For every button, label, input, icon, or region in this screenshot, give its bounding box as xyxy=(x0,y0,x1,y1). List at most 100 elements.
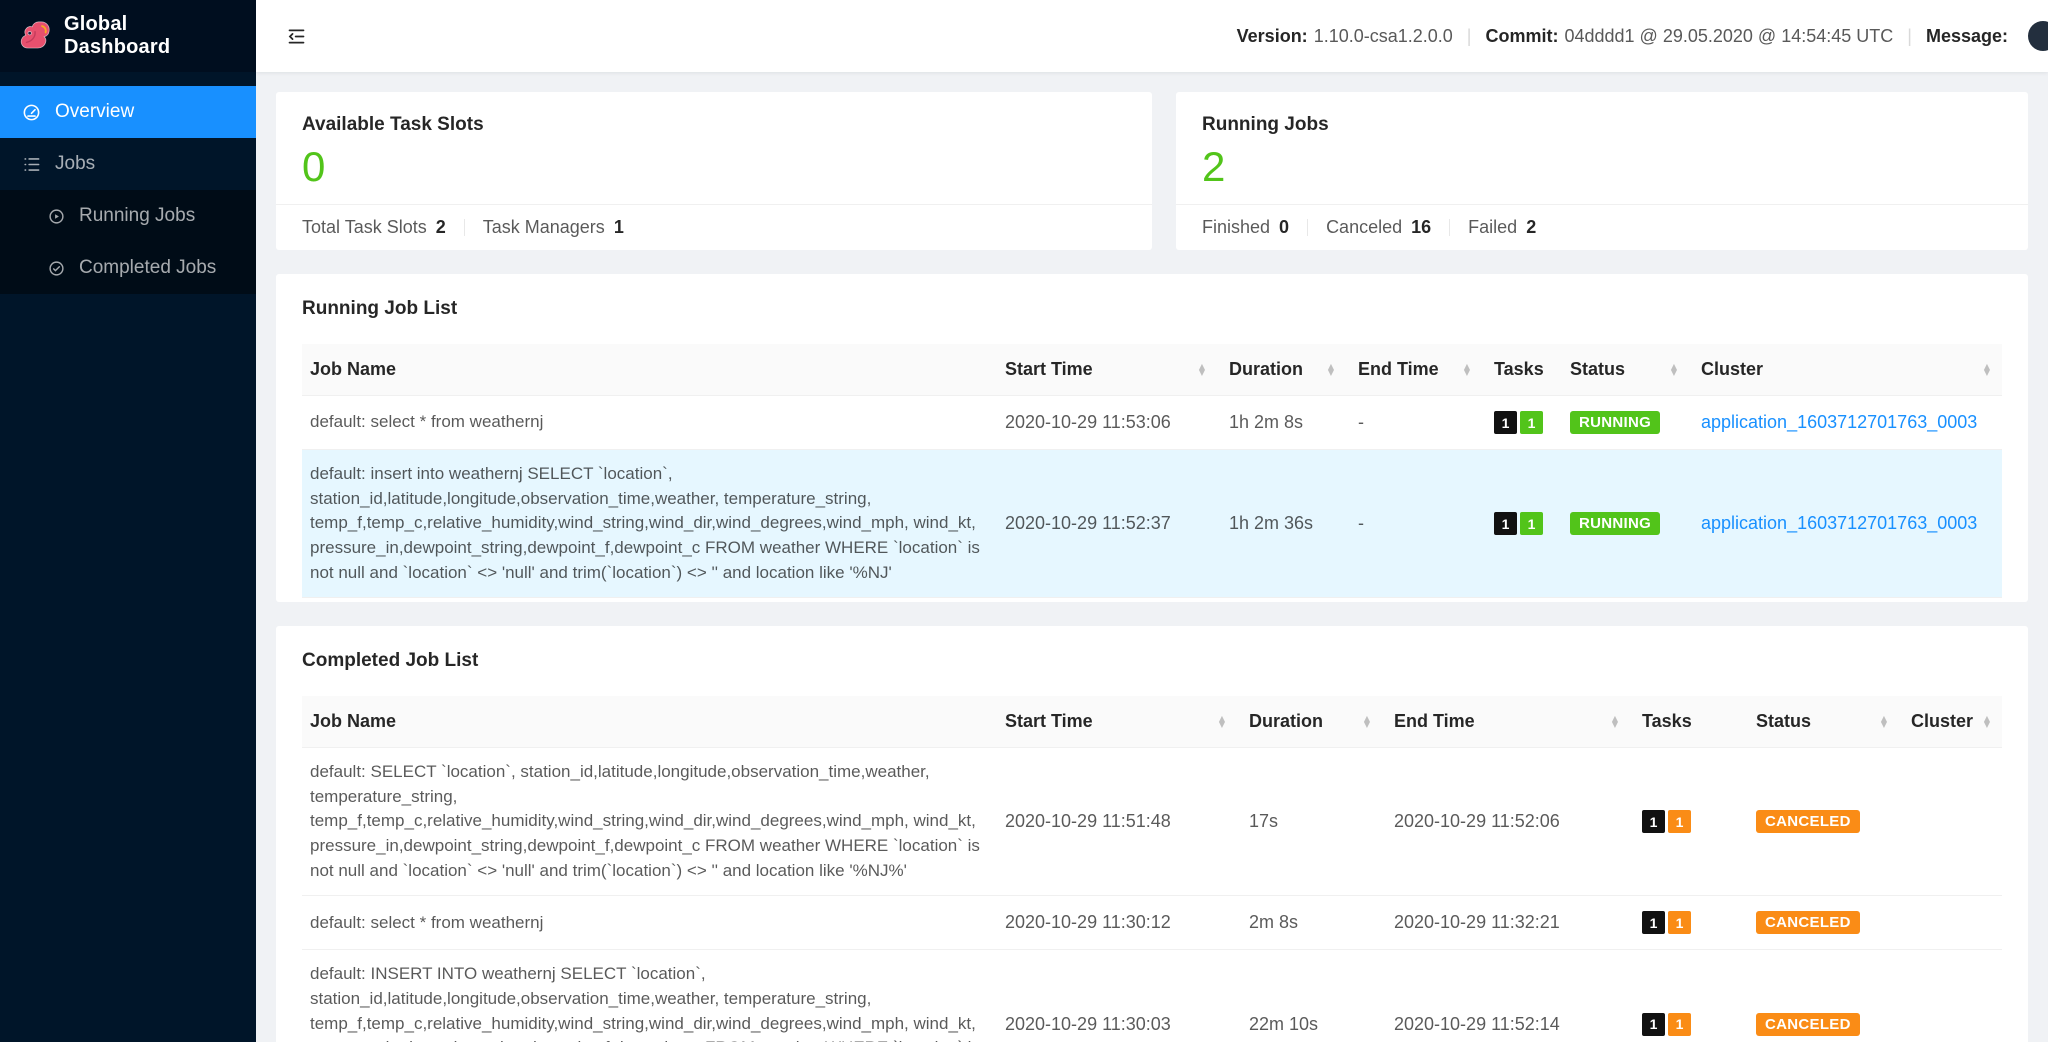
tasks-canceled-badge: 1 xyxy=(1668,810,1691,834)
card-footer: Total Task Slots 2 Task Managers 1 xyxy=(276,204,1152,250)
cluster-cell: application_1603712701763_0003 xyxy=(1689,449,2002,599)
tasks-cell: 11 xyxy=(1630,949,1744,1042)
status-cell: CANCELED xyxy=(1744,747,1899,897)
column-header-status[interactable]: Status ▲ ▼ xyxy=(1744,696,1899,749)
sidebar-item-running-jobs[interactable]: Running Jobs xyxy=(0,190,256,242)
cluster-cell xyxy=(1899,747,2002,897)
sort-carets-icon[interactable]: ▲ ▼ xyxy=(1219,714,1225,728)
table-row[interactable]: default: INSERT INTO weathernj SELECT `l… xyxy=(302,949,2002,1042)
sidebar-item-label: Jobs xyxy=(55,153,96,174)
sidebar-item-label: Completed Jobs xyxy=(79,257,217,278)
footer-value: 2 xyxy=(1526,217,1537,237)
column-header-cluster[interactable]: Cluster ▲ ▼ xyxy=(1899,696,2002,749)
table-row[interactable]: default: insert into weathernj SELECT `l… xyxy=(302,449,2002,599)
chevron-up-icon xyxy=(219,157,234,172)
sort-carets-icon[interactable]: ▲ ▼ xyxy=(1364,714,1370,728)
duration-cell: 1h 2m 36s xyxy=(1217,449,1346,599)
avatar[interactable] xyxy=(2028,21,2048,51)
sort-carets-icon[interactable]: ▲ ▼ xyxy=(1612,714,1618,728)
completed-job-list-title: Completed Job List xyxy=(302,650,479,672)
dashboard-icon xyxy=(22,103,41,122)
brand: Global Dashboard xyxy=(0,0,256,72)
cluster-link[interactable]: application_1603712701763_0003 xyxy=(1701,513,1977,533)
job-name-cell: default: insert into weathernj SELECT `l… xyxy=(302,449,993,599)
cluster-link[interactable]: application_1603712701763_0003 xyxy=(1701,412,1977,432)
duration-cell: 22m 10s xyxy=(1237,949,1382,1042)
column-header-start-time[interactable]: Start Time ▲ ▼ xyxy=(993,696,1237,749)
footer-label: Task Managers xyxy=(482,217,605,237)
flink-logo-icon xyxy=(18,19,52,53)
sort-carets-icon[interactable]: ▲ ▼ xyxy=(1984,362,1990,376)
sidebar-item-jobs[interactable]: Jobs xyxy=(0,138,256,190)
version-value: 1.10.0-csa1.2.0.0 xyxy=(1313,25,1453,46)
column-header-end-time[interactable]: End Time ▲ ▼ xyxy=(1382,696,1630,749)
end-time-cell: 2020-10-29 11:52:06 xyxy=(1382,747,1630,897)
commit-value: 04dddd1 @ 29.05.2020 @ 14:54:45 UTC xyxy=(1564,25,1894,46)
footer-value: 2 xyxy=(435,217,446,237)
status-badge: RUNNING xyxy=(1570,411,1661,434)
tasks-running-badge: 1 xyxy=(1520,411,1543,434)
play-circle-icon xyxy=(48,208,65,225)
sort-carets-icon[interactable]: ▲ ▼ xyxy=(1984,714,1990,728)
footer-value: 0 xyxy=(1279,217,1290,237)
divider xyxy=(1307,219,1309,236)
running-jobs-table: Job Name Start Time ▲ ▼ Duration ▲ ▼ End Tim… xyxy=(302,344,2002,599)
status-cell: RUNNING xyxy=(1558,449,1689,599)
divider xyxy=(1449,219,1451,236)
sort-carets-icon[interactable]: ▲ ▼ xyxy=(1464,362,1470,376)
end-time-cell: 2020-10-29 11:32:21 xyxy=(1382,895,1630,951)
sidebar-item-completed-jobs[interactable]: Completed Jobs xyxy=(0,242,256,294)
sort-carets-icon[interactable]: ▲ ▼ xyxy=(1199,362,1205,376)
sidebar-item-label: Running Jobs xyxy=(79,205,196,226)
tasks-total-badge: 1 xyxy=(1642,1012,1665,1036)
table-row[interactable]: default: select * from weathernj 2020-10… xyxy=(302,895,2002,951)
tasks-running-badge: 1 xyxy=(1520,512,1543,536)
tasks-canceled-badge: 1 xyxy=(1668,911,1691,935)
duration-cell: 1h 2m 8s xyxy=(1217,395,1346,450)
start-time-cell: 2020-10-29 11:52:37 xyxy=(993,449,1217,599)
sort-carets-icon[interactable]: ▲ ▼ xyxy=(1881,714,1887,728)
column-header-status[interactable]: Status ▲ ▼ xyxy=(1558,344,1689,396)
job-name-cell: default: SELECT `location`, station_id,l… xyxy=(302,747,993,897)
end-time-cell: - xyxy=(1346,449,1482,599)
start-time-cell: 2020-10-29 11:30:03 xyxy=(993,949,1237,1042)
column-header-job-name: Job Name xyxy=(302,696,993,749)
table-row[interactable]: default: select * from weathernj 2020-10… xyxy=(302,395,2002,450)
tasks-total-badge: 1 xyxy=(1494,411,1517,434)
check-circle-icon xyxy=(48,260,65,277)
tasks-canceled-badge: 1 xyxy=(1668,1012,1691,1036)
column-header-start-time[interactable]: Start Time ▲ ▼ xyxy=(993,344,1217,396)
table-row[interactable]: default: SELECT `location`, station_id,l… xyxy=(302,747,2002,897)
stats-row: Available Task Slots 0 Total Task Slots … xyxy=(276,92,2028,250)
status-badge: CANCELED xyxy=(1756,911,1860,935)
sort-carets-icon[interactable]: ▲ ▼ xyxy=(1328,362,1334,376)
end-time-cell: - xyxy=(1346,395,1482,450)
divider: | xyxy=(1907,25,1912,46)
sort-carets-icon[interactable]: ▲ ▼ xyxy=(1671,362,1677,376)
sidebar-item-overview[interactable]: Overview xyxy=(0,86,256,138)
tasks-total-badge: 1 xyxy=(1642,810,1665,834)
top-header: Version: 1.10.0-csa1.2.0.0 | Commit: 04ddd… xyxy=(256,0,2048,72)
menu-fold-icon[interactable] xyxy=(286,26,307,47)
card-footer: Finished 0 Canceled 16 Failed 2 xyxy=(1176,204,2028,250)
start-time-cell: 2020-10-29 11:51:48 xyxy=(993,747,1237,897)
column-header-cluster[interactable]: Cluster ▲ ▼ xyxy=(1689,344,2002,396)
job-name-cell: default: select * from weathernj xyxy=(302,895,993,951)
sidebar-item-label: Overview xyxy=(55,101,135,122)
message-label: Message: xyxy=(1925,25,2008,46)
table-header-row: Job Name Start Time ▲ ▼ Duration ▲ ▼ End Tim… xyxy=(302,696,2002,749)
footer-value: 16 xyxy=(1411,217,1432,237)
status-cell: CANCELED xyxy=(1744,895,1899,951)
cluster-cell: application_1603712701763_0003 xyxy=(1689,395,2002,450)
column-header-end-time[interactable]: End Time ▲ ▼ xyxy=(1346,344,1482,396)
tasks-cell: 11 xyxy=(1630,895,1744,951)
tasks-total-badge: 1 xyxy=(1494,512,1517,536)
running-job-list-card: Running Job List Job Name Start Time ▲ ▼ D… xyxy=(276,274,2028,603)
column-header-duration[interactable]: Duration ▲ ▼ xyxy=(1217,344,1346,396)
column-header-tasks: Tasks xyxy=(1630,696,1744,749)
available-task-slots-value: 0 xyxy=(302,143,326,190)
brand-title: Global Dashboard xyxy=(64,13,171,58)
available-task-slots-card: Available Task Slots 0 Total Task Slots … xyxy=(276,92,1152,250)
column-header-duration[interactable]: Duration ▲ ▼ xyxy=(1237,696,1382,749)
status-badge: CANCELED xyxy=(1756,1012,1860,1036)
